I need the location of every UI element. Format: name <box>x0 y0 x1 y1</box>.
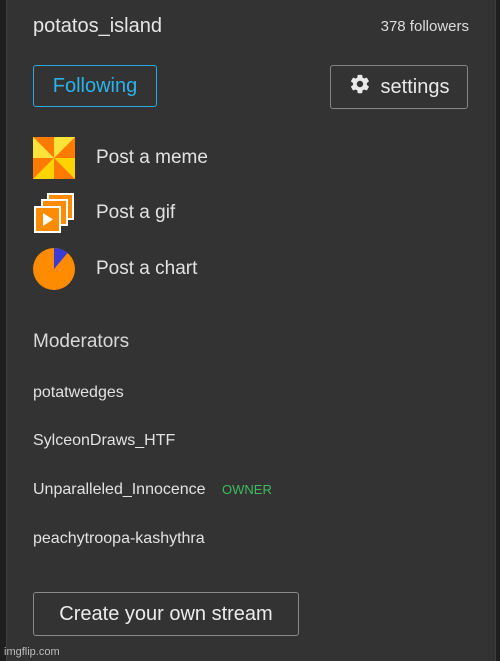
moderator-link[interactable]: SylceonDraws_HTF <box>33 432 175 450</box>
pinwheel-meme-icon <box>33 137 75 179</box>
imgflip-watermark: imgflip.com <box>4 646 60 658</box>
moderator-link[interactable]: peachytroopa-kashythra <box>33 530 205 548</box>
post-gif-link[interactable]: Post a gif <box>33 191 333 235</box>
stream-header: potatos_island 378 followers <box>33 12 469 40</box>
followers-count[interactable]: 378 followers <box>381 18 469 35</box>
stacked-frames-gif-icon <box>33 192 75 234</box>
moderators-heading: Moderators <box>33 331 130 352</box>
stream-sidebar-panel: potatos_island 378 followers Following s… <box>6 0 496 661</box>
pie-chart-icon <box>33 248 75 290</box>
moderator-name[interactable]: potatwedges <box>33 384 124 401</box>
gear-icon <box>349 73 371 101</box>
moderator-name[interactable]: peachytroopa-kashythra <box>33 530 205 547</box>
create-stream-button[interactable]: Create your own stream <box>33 592 299 636</box>
settings-label: settings <box>380 75 450 98</box>
post-gif-label: Post a gif <box>96 202 176 223</box>
settings-button[interactable]: settings <box>330 65 468 109</box>
owner-badge: OWNER <box>222 482 272 497</box>
post-chart-link[interactable]: Post a chart <box>33 247 333 291</box>
post-meme-link[interactable]: Post a meme <box>33 136 333 180</box>
moderator-link[interactable]: Unparalleled_Innocence OWNER <box>33 481 272 499</box>
post-chart-label: Post a chart <box>96 258 198 279</box>
moderator-name[interactable]: SylceonDraws_HTF <box>33 432 175 449</box>
moderator-name[interactable]: Unparalleled_Innocence <box>33 481 206 498</box>
stream-title[interactable]: potatos_island <box>33 15 162 38</box>
following-button[interactable]: Following <box>33 65 157 107</box>
moderator-link[interactable]: potatwedges <box>33 384 124 402</box>
post-meme-label: Post a meme <box>96 147 208 168</box>
